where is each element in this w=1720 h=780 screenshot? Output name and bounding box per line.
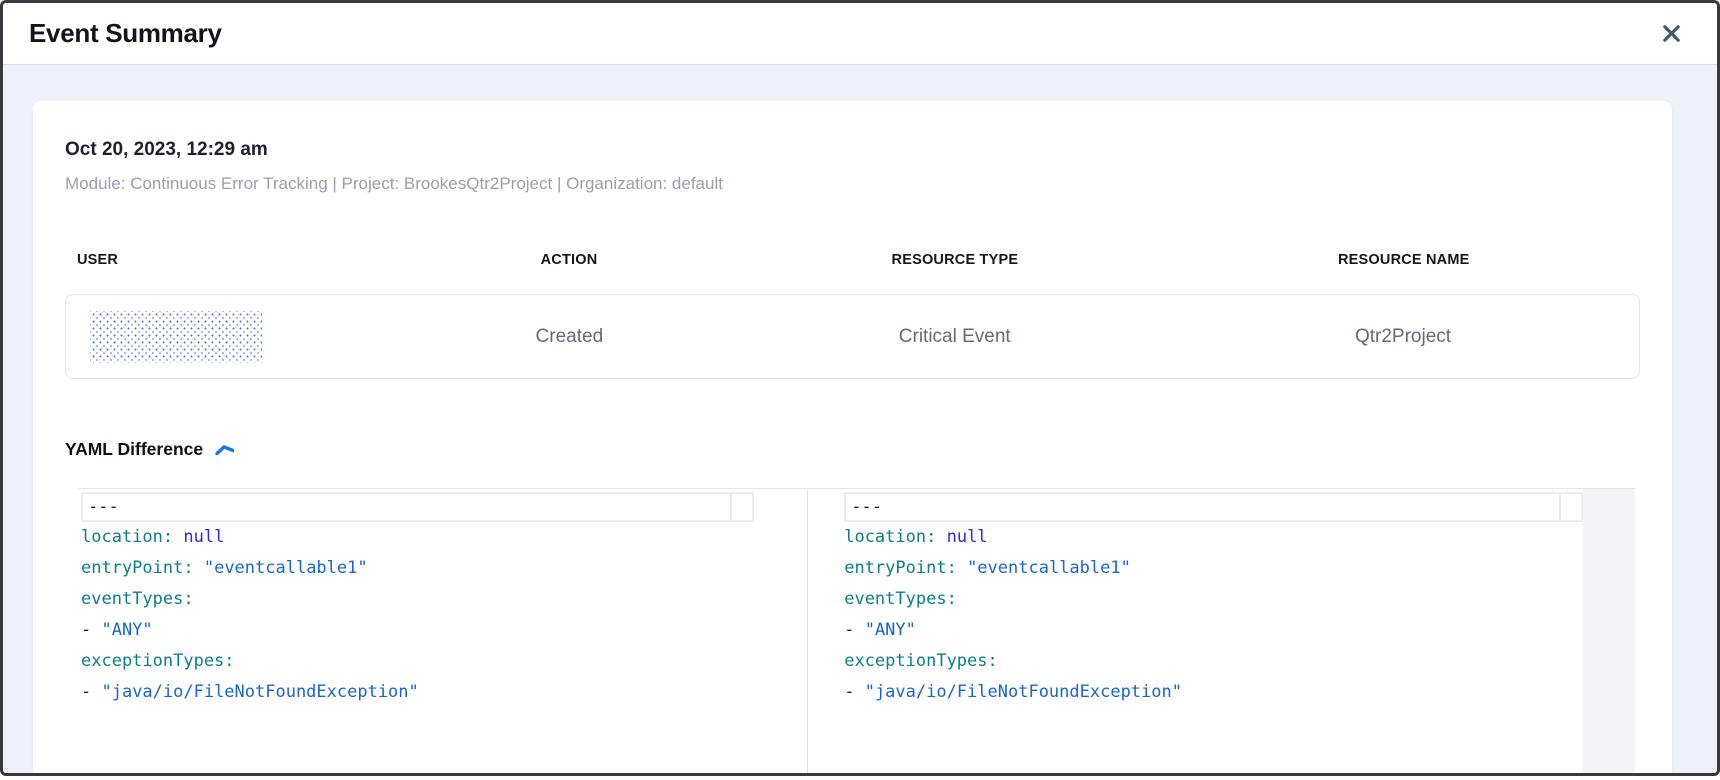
yaml-line: entryPoint: "eventcallable1" <box>81 553 807 584</box>
yaml-line: location: null <box>81 522 807 553</box>
yaml-pane-old: ---location: nullentryPoint: "eventcalla… <box>78 489 808 773</box>
yaml-token-plain <box>957 558 967 578</box>
action-cell: Created <box>396 326 742 348</box>
modal-title: Event Summary <box>29 18 222 49</box>
resource-type-cell: Critical Event <box>742 326 1167 348</box>
yaml-token-str: "ANY" <box>101 620 152 640</box>
yaml-difference-label: YAML Difference <box>65 439 203 460</box>
yaml-token-str: "java/io/FileNotFoundException" <box>865 682 1182 702</box>
yaml-line: entryPoint: "eventcallable1" <box>844 553 1635 584</box>
column-header-resource-type: RESOURCE TYPE <box>742 252 1167 268</box>
event-timestamp: Oct 20, 2023, 12:29 am <box>65 139 1640 161</box>
yaml-line: exceptionTypes: <box>81 646 807 677</box>
yaml-token-plain: --- <box>88 497 119 517</box>
yaml-token-plain <box>173 527 183 547</box>
close-icon <box>1658 20 1685 47</box>
yaml-line: eventTypes: <box>844 584 1635 615</box>
column-header-action: ACTION <box>396 252 743 268</box>
table-row: Created Critical Event Qtr2Project <box>65 294 1640 379</box>
yaml-token-key: eventTypes: <box>844 589 957 609</box>
yaml-pane-new: ---location: nullentryPoint: "eventcalla… <box>808 489 1635 773</box>
yaml-token-plain: - <box>81 620 101 640</box>
yaml-token-str: "ANY" <box>865 620 916 640</box>
column-header-resource-name: RESOURCE NAME <box>1168 252 1641 268</box>
yaml-line: - "java/io/FileNotFoundException" <box>844 677 1635 708</box>
yaml-token-key: exceptionTypes: <box>81 651 235 671</box>
yaml-token-plain: --- <box>851 497 882 517</box>
user-redacted-pattern <box>90 311 262 363</box>
event-card: Oct 20, 2023, 12:29 am Module: Continuou… <box>33 101 1672 773</box>
resource-name-cell: Qtr2Project <box>1167 326 1639 348</box>
yaml-token-key: entryPoint: <box>844 558 957 578</box>
yaml-token-plain <box>194 558 204 578</box>
table-header-row: USER ACTION RESOURCE TYPE RESOURCE NAME <box>65 252 1640 268</box>
yaml-token-null: null <box>183 527 224 547</box>
yaml-token-null: null <box>947 527 988 547</box>
yaml-token-key: eventTypes: <box>81 589 194 609</box>
yaml-difference-toggle[interactable]: YAML Difference <box>65 439 234 460</box>
yaml-token-str: "eventcallable1" <box>967 558 1131 578</box>
yaml-token-key: entryPoint: <box>81 558 194 578</box>
event-context-line: Module: Continuous Error Tracking | Proj… <box>65 174 1640 194</box>
yaml-line: - "ANY" <box>844 615 1635 646</box>
close-button[interactable] <box>1654 16 1689 51</box>
yaml-first-line: --- <box>81 492 754 522</box>
yaml-token-key: exceptionTypes: <box>844 651 998 671</box>
yaml-token-plain: - <box>844 682 864 702</box>
modal-body: Oct 20, 2023, 12:29 am Module: Continuou… <box>3 65 1717 773</box>
yaml-token-plain: - <box>81 682 101 702</box>
yaml-token-str: "eventcallable1" <box>204 558 368 578</box>
yaml-token-str: "java/io/FileNotFoundException" <box>101 682 418 702</box>
yaml-first-line: --- <box>844 492 1583 522</box>
chevron-up-icon <box>214 443 234 457</box>
diff-gutter-strip <box>1583 489 1635 773</box>
yaml-diff-viewer: ---location: nullentryPoint: "eventcalla… <box>78 488 1635 773</box>
yaml-token-plain: - <box>844 620 864 640</box>
yaml-line: exceptionTypes: <box>844 646 1635 677</box>
column-header-user: USER <box>65 252 396 268</box>
yaml-token-key: location: <box>81 527 173 547</box>
yaml-token-key: location: <box>844 527 936 547</box>
yaml-line: location: null <box>844 522 1635 553</box>
event-summary-modal: Event Summary Oct 20, 2023, 12:29 am Mod… <box>0 0 1720 776</box>
modal-header: Event Summary <box>3 3 1717 65</box>
yaml-line: - "java/io/FileNotFoundException" <box>81 677 807 708</box>
yaml-token-plain <box>936 527 946 547</box>
yaml-line: - "ANY" <box>81 615 807 646</box>
user-cell <box>66 311 396 363</box>
yaml-line: eventTypes: <box>81 584 807 615</box>
